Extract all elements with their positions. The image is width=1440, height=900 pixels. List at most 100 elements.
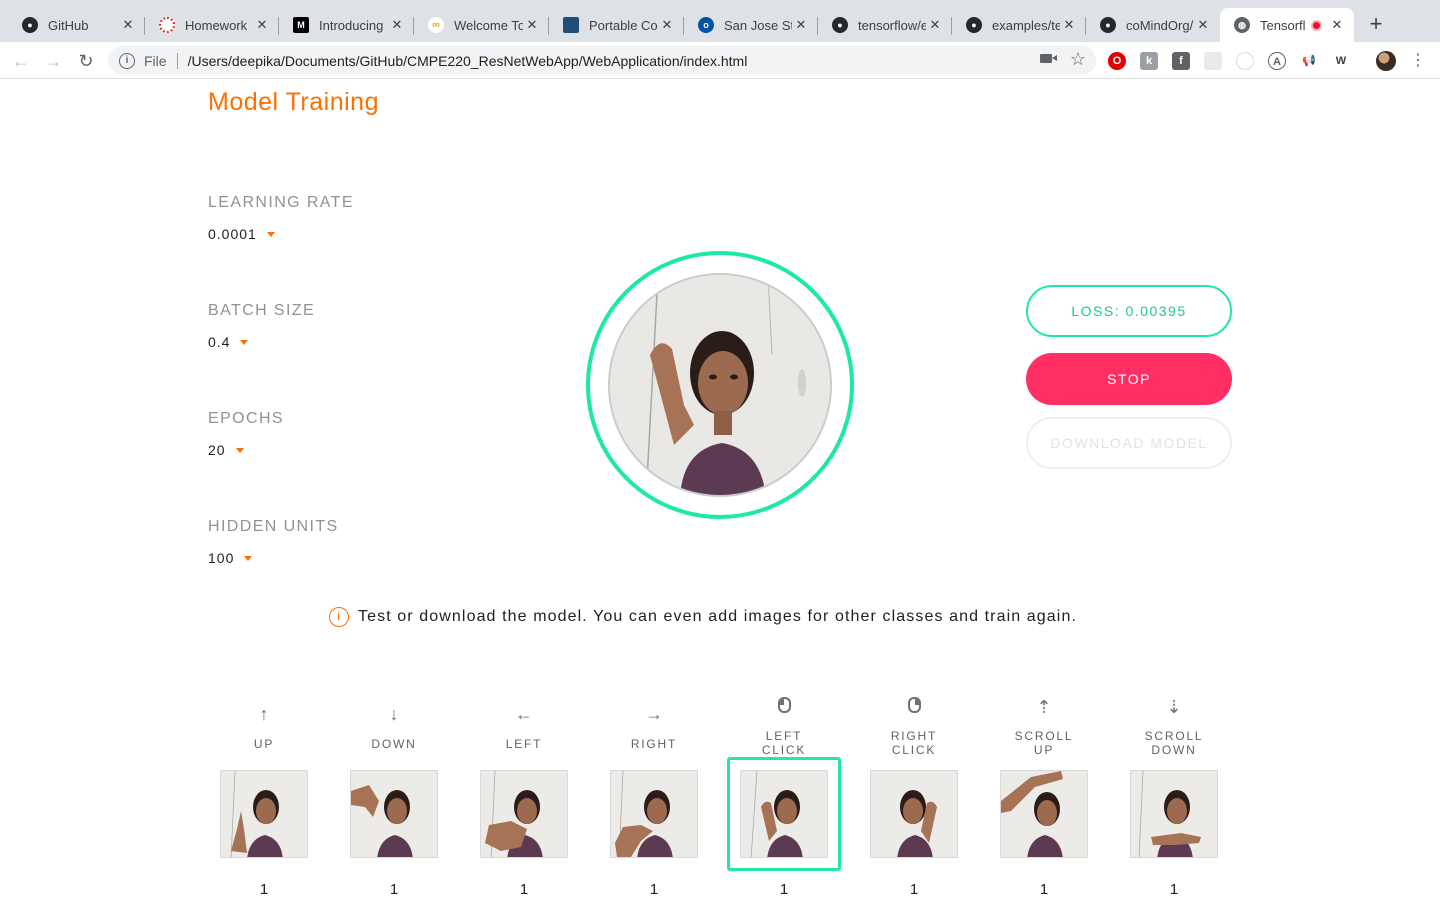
tab-tensorflow-examples[interactable]: ● tensorflow/e ✕: [818, 8, 952, 42]
close-icon[interactable]: ✕: [119, 17, 137, 33]
address-divider: [176, 52, 178, 69]
scroll-down-icon: ⇣: [1166, 697, 1182, 717]
learning-rate-value: 0.0001: [208, 226, 257, 242]
class-label: UP: [253, 737, 275, 751]
close-icon[interactable]: ✕: [792, 17, 810, 33]
extension-k-icon[interactable]: k: [1140, 52, 1158, 70]
profile-avatar[interactable]: [1376, 51, 1396, 71]
class-thumbnail[interactable]: [610, 770, 698, 858]
sample-image: [741, 771, 827, 857]
arrow-left-icon: ←: [515, 704, 533, 724]
medium-icon: M: [293, 17, 309, 33]
class-thumbnail[interactable]: [480, 770, 568, 858]
github-icon: ●: [1100, 17, 1116, 33]
colab-icon: ∞: [428, 17, 444, 33]
class-thumbnail[interactable]: [870, 770, 958, 858]
tab-comindorg[interactable]: ● coMindOrg/ ✕: [1086, 8, 1220, 42]
loss-indicator: LOSS: 0.00395: [1026, 285, 1232, 337]
close-icon[interactable]: ✕: [1328, 17, 1346, 33]
tab-portable[interactable]: Portable Cor ✕: [549, 8, 684, 42]
opera-extension-icon[interactable]: O: [1108, 52, 1126, 70]
class-right[interactable]: → RIGHT 1: [589, 700, 719, 900]
class-scroll-up[interactable]: ⇡ SCROLL UP 1: [979, 697, 1109, 900]
address-url[interactable]: /Users/deepika/Documents/GitHub/CMPE220_…: [188, 53, 748, 69]
sample-image: [481, 771, 567, 857]
back-button[interactable]: ←: [10, 50, 32, 72]
learning-rate-select[interactable]: 0.0001: [208, 226, 354, 242]
close-icon[interactable]: ✕: [253, 17, 271, 33]
class-thumbnail[interactable]: [350, 770, 438, 858]
forward-button[interactable]: →: [42, 50, 64, 72]
class-left[interactable]: ← LEFT 1: [459, 700, 589, 900]
epochs-select[interactable]: 20: [208, 442, 284, 458]
close-icon[interactable]: ✕: [523, 17, 541, 33]
class-up[interactable]: ↑ UP 1: [199, 700, 329, 900]
homework-icon: [159, 17, 175, 33]
github-icon: ●: [966, 17, 982, 33]
class-label: SCROLL DOWN: [1144, 729, 1204, 757]
browser-toolbar: ← → ↻ i File /Users/deepika/Documents/Gi…: [0, 42, 1440, 79]
class-count: 1: [649, 881, 659, 898]
class-scroll-down[interactable]: ⇣ SCROLL DOWN 1: [1109, 697, 1239, 900]
address-bar[interactable]: i File /Users/deepika/Documents/GitHub/C…: [108, 46, 1096, 75]
camera-icon[interactable]: [1040, 54, 1057, 63]
class-down[interactable]: ↓ DOWN 1: [329, 700, 459, 900]
tab-medium[interactable]: M Introducing ✕: [279, 8, 414, 42]
tab-colab[interactable]: ∞ Welcome To ✕: [414, 8, 549, 42]
stop-button[interactable]: STOP: [1026, 353, 1232, 405]
extension-w-icon[interactable]: W: [1332, 52, 1350, 70]
tab-title: GitHub: [48, 17, 89, 33]
arrow-up-icon: ↑: [259, 704, 269, 724]
university-icon: o: [698, 17, 714, 33]
class-thumbnail[interactable]: [1000, 770, 1088, 858]
tab-examples[interactable]: ● examples/te ✕: [952, 8, 1086, 42]
tab-title: Portable Cor: [589, 17, 658, 33]
bookmark-star-icon[interactable]: ☆: [1070, 49, 1086, 70]
batch-size-control: BATCH SIZE 0.4: [208, 302, 315, 350]
new-tab-button[interactable]: +: [1364, 12, 1388, 36]
close-icon[interactable]: ✕: [926, 17, 944, 33]
facebook-extension-icon[interactable]: f: [1172, 52, 1190, 70]
close-icon[interactable]: ✕: [1194, 17, 1212, 33]
epochs-label: EPOCHS: [208, 410, 284, 427]
hidden-units-control: HIDDEN UNITS 100: [208, 518, 339, 566]
class-left-click[interactable]: LEFT CLICK 1: [719, 697, 849, 900]
menu-icon[interactable]: ⋮: [1410, 50, 1426, 72]
hidden-units-select[interactable]: 100: [208, 550, 339, 566]
info-message: i Test or download the model. You can ev…: [329, 607, 1077, 627]
megaphone-extension-icon[interactable]: 📢: [1300, 52, 1318, 70]
close-icon[interactable]: ✕: [388, 17, 406, 33]
sample-image: [221, 771, 307, 857]
class-right-click[interactable]: RIGHT CLICK 1: [849, 697, 979, 900]
learning-rate-label: LEARNING RATE: [208, 194, 354, 211]
tab-sjsu[interactable]: o San Jose Sta ✕: [684, 8, 818, 42]
class-thumbnail[interactable]: [220, 770, 308, 858]
tab-title: Homework: [185, 17, 248, 33]
recording-icon: [1311, 19, 1322, 31]
scroll-up-icon: ⇡: [1036, 697, 1052, 717]
page-title: Model Training: [208, 88, 379, 116]
info-icon[interactable]: i: [119, 52, 135, 69]
tab-github[interactable]: ● GitHub ✕: [8, 8, 145, 42]
dropdown-caret-icon: [266, 231, 275, 237]
batch-size-select[interactable]: 0.4: [208, 334, 315, 350]
batch-size-label: BATCH SIZE: [208, 302, 316, 319]
download-model-button[interactable]: DOWNLOAD MODEL: [1026, 417, 1232, 469]
class-thumbnail[interactable]: [740, 770, 828, 858]
close-icon[interactable]: ✕: [658, 17, 676, 33]
document-icon: [563, 17, 579, 33]
sample-image: [611, 771, 697, 857]
extension-circle-icon[interactable]: [1236, 52, 1254, 70]
hidden-units-label: HIDDEN UNITS: [208, 518, 339, 535]
extension-grid-icon[interactable]: [1204, 52, 1222, 70]
extension-a-icon[interactable]: A: [1268, 52, 1286, 70]
tab-title: examples/te: [992, 17, 1060, 33]
close-icon[interactable]: ✕: [1060, 17, 1078, 33]
tab-homework[interactable]: Homework ✕: [145, 8, 279, 42]
dropdown-caret-icon: [244, 555, 253, 561]
tab-tensorflow-active[interactable]: ◍ Tensorfl ✕: [1220, 8, 1354, 42]
tab-title: San Jose Sta: [724, 17, 792, 33]
class-thumbnail[interactable]: [1130, 770, 1218, 858]
tab-title: Welcome To: [454, 17, 523, 33]
reload-button[interactable]: ↻: [75, 50, 97, 72]
